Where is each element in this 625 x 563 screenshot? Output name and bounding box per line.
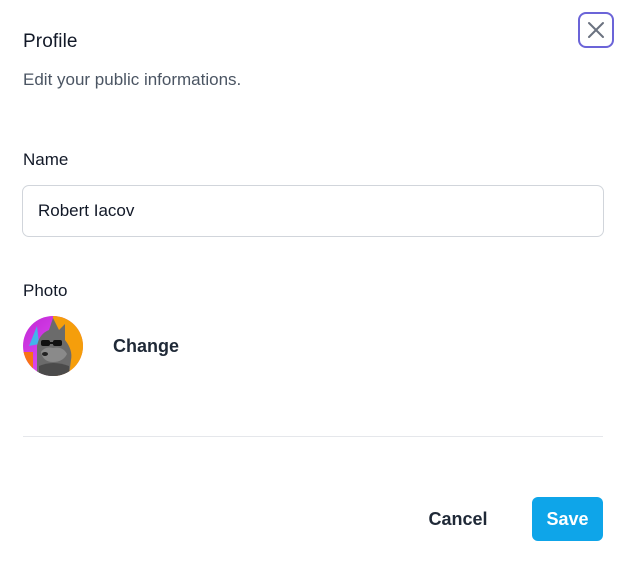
save-button[interactable]: Save [532, 497, 603, 541]
close-icon [586, 20, 606, 40]
dialog-title: Profile [23, 31, 78, 52]
photo-label: Photo [23, 281, 68, 300]
name-input[interactable] [22, 185, 604, 237]
dialog-subtitle: Edit your public informations. [23, 70, 242, 89]
cancel-button[interactable]: Cancel [410, 497, 506, 541]
divider [23, 436, 603, 437]
name-label: Name [23, 150, 69, 169]
profile-dialog: Profile Edit your public informations. N… [0, 0, 625, 563]
avatar [23, 316, 83, 376]
change-photo-button[interactable]: Change [113, 336, 179, 357]
close-button[interactable] [578, 12, 614, 48]
